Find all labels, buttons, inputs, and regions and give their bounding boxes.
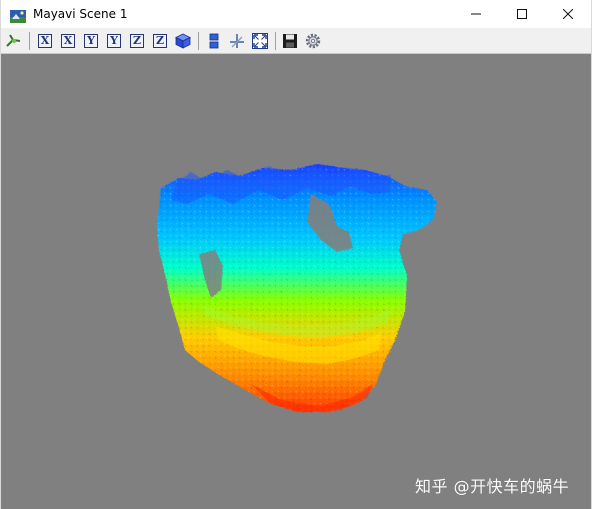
save-button[interactable] [280, 31, 300, 51]
settings-gear-icon [305, 33, 321, 49]
title-bar[interactable]: Mayavi Scene 1 [1, 0, 591, 28]
view-y-negative-button[interactable]: Y [104, 31, 124, 51]
view-z-positive-icon: Z [130, 34, 144, 48]
view-x-negative-icon: X [61, 34, 75, 48]
view-x-negative-button[interactable]: X [58, 31, 78, 51]
app-icon [10, 8, 26, 23]
view-z-negative-button[interactable]: Z [150, 31, 170, 51]
mayavi-window: Mayavi Scene 1 X X Y Y Z Z 知乎 @开快车的蜗牛 [0, 0, 592, 509]
full-screen-button[interactable] [250, 31, 270, 51]
skull-mandible-mesh [157, 164, 437, 412]
view-x-positive-button[interactable]: X [35, 31, 55, 51]
full-screen-icon [252, 33, 268, 49]
maximize-button[interactable] [499, 0, 545, 28]
parallel-projection-icon [209, 33, 219, 49]
view-x-positive-icon: X [38, 34, 52, 48]
parallel-projection-button[interactable] [204, 31, 224, 51]
render-scene-viewport[interactable] [1, 54, 591, 509]
minimize-button[interactable] [453, 0, 499, 28]
isometric-cube-icon [175, 33, 191, 49]
minimize-icon [471, 13, 481, 15]
configure-scene-button[interactable] [303, 31, 323, 51]
toolbar-separator [198, 32, 199, 50]
view-z-negative-icon: Z [153, 34, 167, 48]
scene-toolbar: X X Y Y Z Z [1, 28, 591, 54]
axes-indicator-button[interactable] [227, 31, 247, 51]
view-y-negative-icon: Y [107, 34, 121, 48]
mayavi-logo-button[interactable] [4, 31, 24, 51]
close-button[interactable] [545, 0, 591, 28]
window-title: Mayavi Scene 1 [33, 7, 128, 21]
isometric-view-button[interactable] [173, 31, 193, 51]
view-y-positive-icon: Y [84, 34, 98, 48]
maximize-icon [517, 9, 527, 19]
view-y-positive-button[interactable]: Y [81, 31, 101, 51]
save-icon [283, 34, 297, 48]
mayavi-logo-icon [6, 34, 21, 47]
view-z-positive-button[interactable]: Z [127, 31, 147, 51]
toolbar-separator [29, 32, 30, 50]
window-controls [453, 0, 591, 28]
toolbar-separator [275, 32, 276, 50]
watermark-text: 知乎 @开快车的蜗牛 [415, 477, 570, 496]
axes-indicator-icon [230, 34, 244, 48]
close-icon [563, 9, 573, 19]
